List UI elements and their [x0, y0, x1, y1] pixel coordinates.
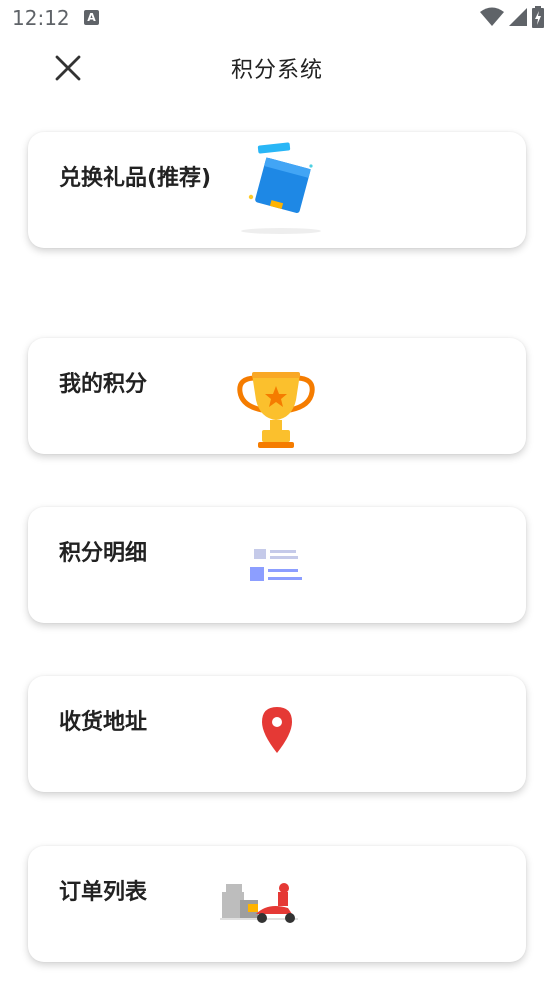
location-pin-icon — [262, 707, 292, 753]
gift-box-icon — [241, 142, 321, 234]
points-detail-card[interactable]: 积分明细 — [28, 507, 526, 623]
redeem-gift-label: 兑换礼品(推荐) — [59, 166, 212, 191]
notification-a-icon: A — [84, 10, 99, 25]
my-points-label: 我的积分 — [59, 372, 148, 397]
my-points-card[interactable]: 我的积分 — [28, 338, 526, 454]
status-bar: 12:12 A — [0, 0, 554, 36]
status-icons — [480, 6, 544, 28]
trophy-icon — [237, 372, 315, 448]
page-title: 积分系统 — [230, 58, 323, 83]
delivery-scooter-icon — [220, 883, 298, 923]
shipping-address-label: 收货地址 — [59, 710, 148, 735]
shipping-address-card[interactable]: 收货地址 — [28, 676, 526, 792]
points-detail-label: 积分明细 — [59, 541, 148, 566]
order-list-label: 订单列表 — [59, 880, 148, 905]
battery-charging-icon — [532, 6, 544, 28]
list-detail-icon — [250, 549, 302, 581]
order-list-card[interactable]: 订单列表 — [28, 846, 526, 962]
signal-icon — [509, 8, 527, 26]
redeem-gift-card[interactable]: 兑换礼品(推荐) — [28, 132, 526, 248]
top-app-bar: 积分系统 — [0, 36, 554, 100]
wifi-icon — [480, 7, 504, 26]
status-time: 12:12 — [12, 6, 70, 30]
